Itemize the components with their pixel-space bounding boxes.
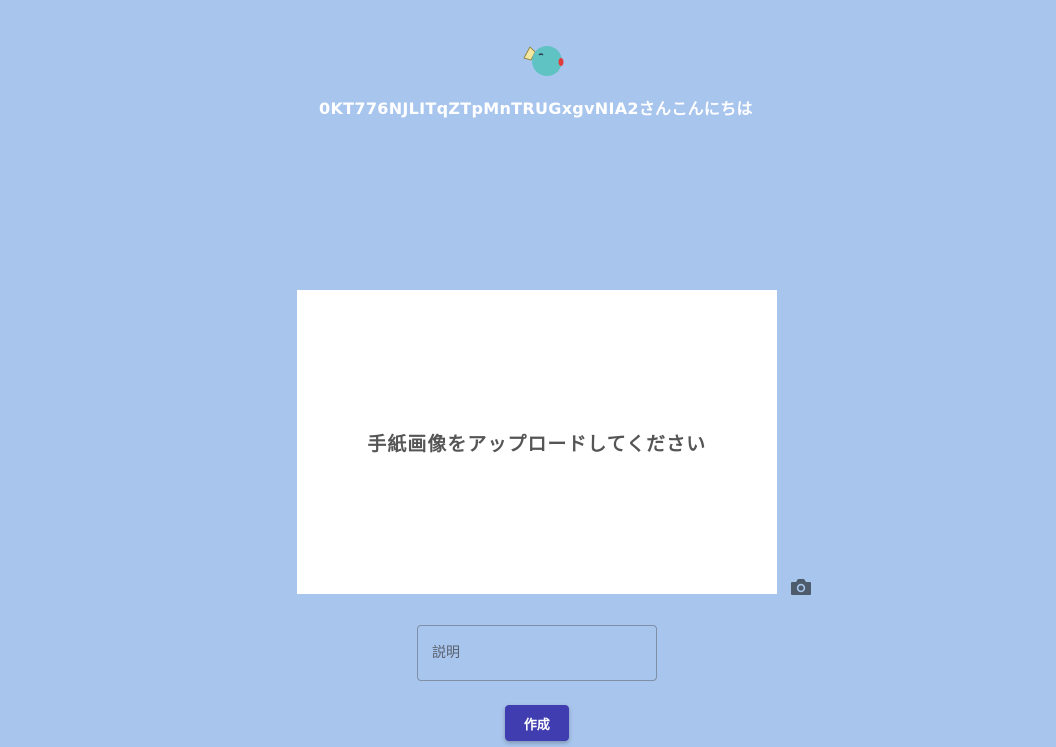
upload-prompt: 手紙画像をアップロードしてください: [367, 432, 707, 455]
create-button[interactable]: 作成: [505, 705, 569, 741]
description-input[interactable]: [417, 625, 657, 681]
greeting-text: 0KT776NJLITqZTpMnTRUGxgvNIA2さんこんにちは: [319, 99, 753, 118]
letter-image-upload-area[interactable]: 手紙画像をアップロードしてください: [297, 290, 777, 594]
page: 0KT776NJLITqZTpMnTRUGxgvNIA2さんこんにちは 手紙画像…: [0, 0, 1056, 747]
camera-icon[interactable]: [789, 576, 813, 598]
bird-mascot-icon: [520, 42, 566, 78]
